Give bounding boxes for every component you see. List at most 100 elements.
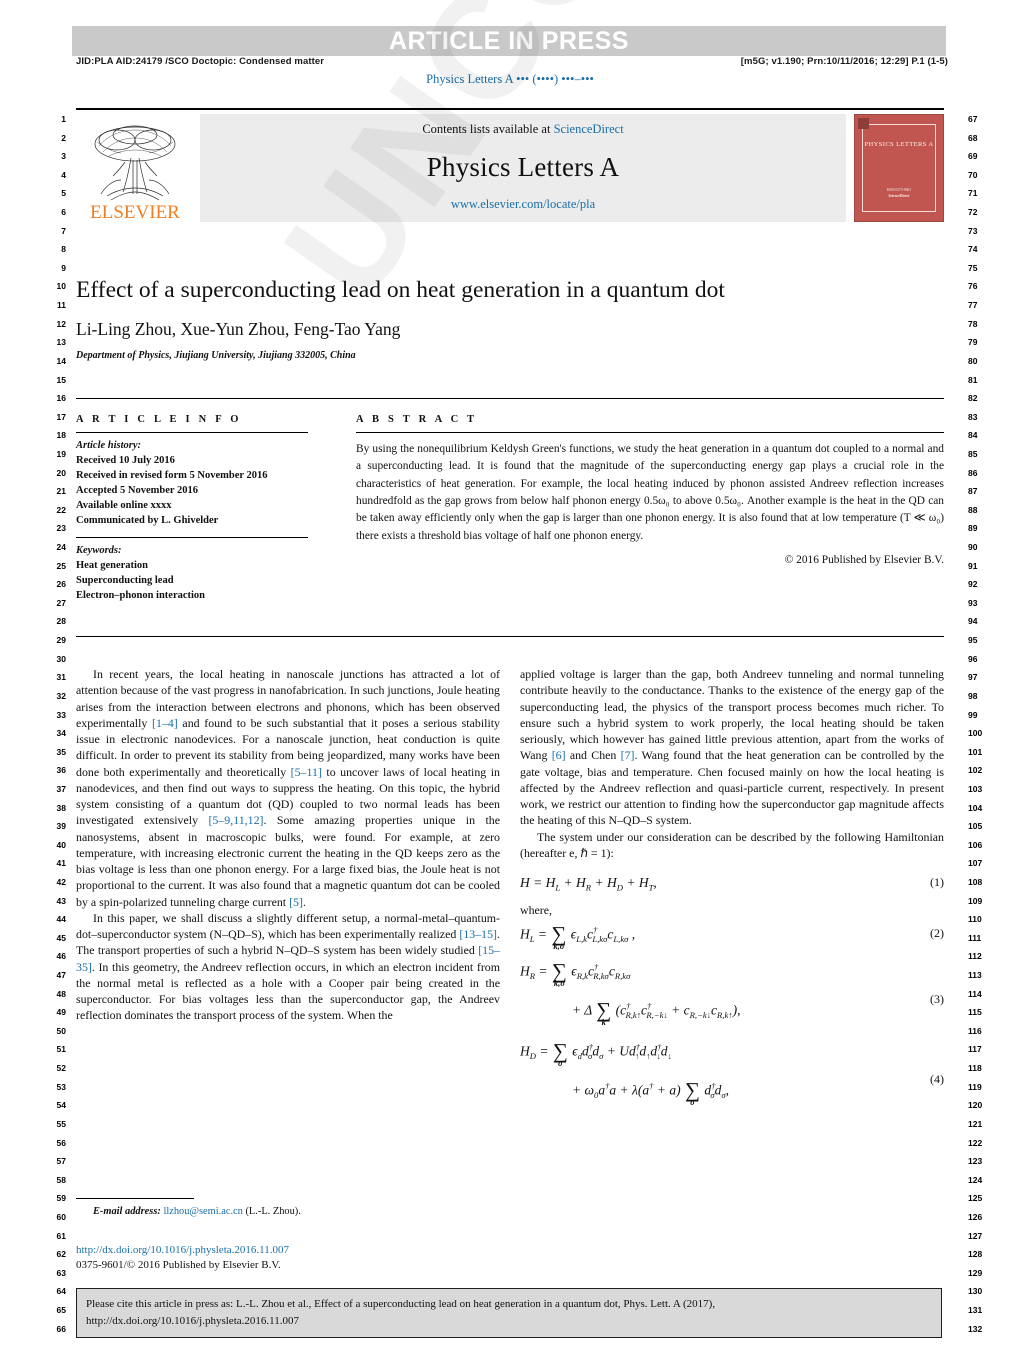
contents-available-line: Contents lists available at ScienceDirec… bbox=[422, 122, 623, 137]
keywords-group: Keywords: Heat generation Superconductin… bbox=[76, 538, 308, 604]
citation-ref[interactable]: [5–11] bbox=[291, 765, 322, 779]
line-number: 112 bbox=[968, 951, 982, 962]
line-number: 32 bbox=[56, 690, 66, 701]
issn-copyright: 0375-9601/© 2016 Published by Elsevier B… bbox=[76, 1259, 281, 1272]
line-number: 3 bbox=[61, 151, 66, 162]
line-number: 117 bbox=[968, 1044, 982, 1055]
keyword-item: Heat generation bbox=[76, 560, 149, 572]
line-number: 105 bbox=[968, 821, 983, 832]
line-number: 109 bbox=[968, 895, 983, 906]
abstract-heading: A B S T R A C T bbox=[356, 414, 478, 425]
line-number: 63 bbox=[56, 1267, 66, 1278]
line-number: 127 bbox=[968, 1230, 983, 1241]
footnote-rule bbox=[76, 1198, 194, 1199]
cover-journal-title: PHYSICS LETTERS A bbox=[864, 141, 934, 148]
line-number: 108 bbox=[968, 876, 983, 887]
citation-ref[interactable]: [6] bbox=[552, 748, 566, 762]
line-number: 92 bbox=[968, 579, 978, 590]
paragraph-setup: In this paper, we shall discuss a slight… bbox=[76, 910, 500, 1024]
line-number: 43 bbox=[56, 895, 66, 906]
abstract-column: A B S T R A C T By using the nonequilibr… bbox=[356, 414, 944, 566]
line-number: 15 bbox=[56, 374, 66, 385]
line-number: 119 bbox=[968, 1081, 982, 1092]
line-number: 16 bbox=[56, 393, 66, 404]
line-number: 129 bbox=[968, 1267, 983, 1278]
line-number: 115 bbox=[968, 1007, 982, 1018]
sciencedirect-link[interactable]: ScienceDirect bbox=[554, 122, 624, 136]
citation-ref[interactable]: [5–9,11,12] bbox=[208, 813, 263, 827]
equation-4-line1: HD = ∑ σ ϵdd†σdσ + Ud†↑d↑d†↓d↓ bbox=[520, 1039, 672, 1069]
line-number: 128 bbox=[968, 1249, 983, 1260]
citation-ref[interactable]: [13–15] bbox=[459, 927, 497, 941]
contents-prefix: Contents lists available at bbox=[422, 122, 554, 136]
journal-masthead: ELSEVIER Contents lists available at Sci… bbox=[76, 108, 944, 222]
please-cite-box: Please cite this article in press as: L.… bbox=[76, 1288, 942, 1338]
article-history-label: Article history: bbox=[76, 440, 142, 451]
elsevier-logo: ELSEVIER bbox=[76, 114, 194, 222]
line-number: 13 bbox=[56, 337, 66, 348]
line-number: 118 bbox=[968, 1063, 982, 1074]
line-number: 87 bbox=[968, 486, 978, 497]
abstract-text: By using the nonequilibrium Keldysh Gree… bbox=[356, 443, 944, 542]
line-number: 120 bbox=[968, 1100, 983, 1111]
line-number: 51 bbox=[56, 1044, 66, 1055]
history-item: Communicated by L. Ghivelder bbox=[76, 514, 219, 526]
equation-1: H = HL + HR + HD + HT, (1) bbox=[520, 875, 944, 893]
line-number: 18 bbox=[56, 430, 66, 441]
line-number: 35 bbox=[56, 746, 66, 757]
history-item: Received 10 July 2016 bbox=[76, 454, 175, 466]
where-label: where, bbox=[520, 903, 553, 918]
line-number: 61 bbox=[56, 1230, 66, 1241]
line-number: 72 bbox=[968, 207, 978, 218]
line-number: 91 bbox=[968, 560, 978, 571]
line-number: 49 bbox=[56, 1007, 66, 1018]
line-number: 66 bbox=[56, 1323, 66, 1334]
equation-4-number: (4) bbox=[930, 1071, 944, 1086]
citation-ref[interactable]: [1–4] bbox=[152, 716, 178, 730]
paper-page: UNCORRECTED PROOF ARTICLE IN PRESS JID:P… bbox=[0, 0, 1020, 1351]
line-number: 82 bbox=[968, 393, 978, 404]
line-number: 131 bbox=[968, 1305, 983, 1315]
email-link[interactable]: llzhou@semi.ac.cn bbox=[163, 1206, 242, 1217]
equation-2: HL = ∑ k,σ ϵL,kc†L,kσcL,kσ , (2) bbox=[520, 922, 944, 952]
equation-3-number: (3) bbox=[930, 991, 944, 1006]
line-number: 81 bbox=[968, 374, 978, 385]
affiliation: Department of Physics, Jiujiang Universi… bbox=[76, 349, 356, 361]
line-number: 31 bbox=[56, 672, 66, 683]
line-number: 48 bbox=[56, 988, 66, 999]
equation-3-line2: + Δ ∑ k (c†R,k↑c†R,−k↓ + cR,−k↓cR,k↑), (3… bbox=[572, 991, 944, 1028]
paragraph-continuation: applied voltage is larger than the gap, … bbox=[520, 666, 944, 829]
journal-name: Physics Letters A bbox=[426, 151, 620, 182]
line-number: 59 bbox=[56, 1193, 66, 1204]
line-number: 23 bbox=[56, 523, 66, 534]
summation-symbol: ∑ k,σ bbox=[551, 959, 567, 989]
doi-link[interactable]: http://dx.doi.org/10.1016/j.physleta.201… bbox=[76, 1243, 506, 1258]
line-number: 97 bbox=[968, 672, 978, 683]
citation-ref[interactable]: [5] bbox=[289, 895, 303, 909]
summation-symbol: ∑ k bbox=[596, 998, 612, 1028]
line-number: 78 bbox=[968, 318, 978, 329]
line-number: 106 bbox=[968, 839, 983, 850]
line-number: 11 bbox=[57, 300, 66, 311]
elsevier-tree-icon bbox=[94, 125, 176, 201]
line-number: 24 bbox=[56, 542, 66, 553]
line-number: 125 bbox=[968, 1193, 983, 1204]
email-suffix: (L.-L. Zhou). bbox=[245, 1206, 301, 1217]
text-run: . In this geometry, the Andreev reflecti… bbox=[76, 959, 500, 1023]
line-number: 70 bbox=[968, 169, 978, 180]
line-number: 124 bbox=[968, 1174, 983, 1185]
citation-ref[interactable]: [7] bbox=[621, 748, 635, 762]
journal-url-link[interactable]: www.elsevier.com/locate/pla bbox=[451, 197, 595, 212]
running-head: Physics Letters A ••• (••••) •••–••• bbox=[426, 72, 594, 86]
author-list: Li-Ling Zhou, Xue-Yun Zhou, Feng-Tao Yan… bbox=[76, 318, 401, 339]
line-number: 94 bbox=[968, 616, 978, 627]
line-number: 84 bbox=[968, 430, 978, 441]
line-number: 27 bbox=[56, 597, 66, 608]
line-number: 89 bbox=[968, 523, 978, 534]
line-number: 2 bbox=[61, 132, 66, 143]
journal-cover-thumbnail: PHYSICS LETTERS A ISSN 0375-9601 ScienceD… bbox=[854, 114, 944, 222]
line-number: 29 bbox=[56, 635, 66, 646]
line-number: 19 bbox=[56, 448, 66, 459]
history-item: Accepted 5 November 2016 bbox=[76, 484, 198, 496]
line-number: 47 bbox=[56, 970, 66, 981]
